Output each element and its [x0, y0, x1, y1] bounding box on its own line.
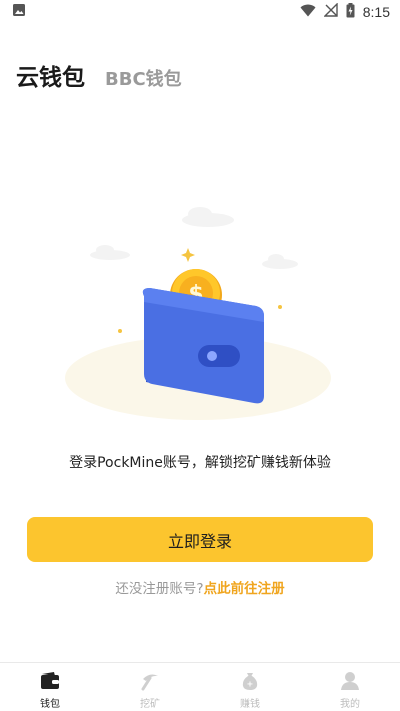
nav-label: 钱包 [40, 699, 60, 710]
pickaxe-icon [139, 670, 161, 692]
profile-icon [339, 670, 361, 692]
image-notification-icon [12, 3, 26, 21]
money-bag-icon: + [239, 670, 261, 692]
no-signal-icon [323, 2, 338, 21]
wallet-tabs: 云钱包 BBC钱包 [16, 58, 182, 92]
tab-cloud-wallet[interactable]: 云钱包 [16, 58, 85, 92]
nav-item-profile[interactable]: 我的 [300, 663, 400, 711]
register-row: 还没注册账号?点此前往注册 [0, 577, 400, 597]
nav-label: 我的 [340, 699, 360, 710]
status-time: 8:15 [362, 4, 390, 20]
login-prompt: 登录PockMine账号，解锁挖矿赚钱新体验 [69, 455, 331, 471]
wifi-icon [300, 4, 316, 21]
nav-label: 赚钱 [240, 699, 260, 710]
battery-charging-icon [346, 2, 355, 22]
status-bar: 8:15 [0, 0, 400, 24]
wallet-clasp [198, 345, 240, 367]
nav-item-earn[interactable]: + 赚钱 [200, 663, 300, 711]
tab-bbc-wallet[interactable]: BBC钱包 [105, 65, 182, 91]
nav-label: 挖矿 [140, 699, 160, 710]
login-button[interactable]: 立即登录 [27, 517, 373, 562]
wallet-icon [39, 670, 61, 692]
svg-text:+: + [247, 680, 254, 689]
register-hint: 还没注册账号? [115, 581, 204, 597]
bottom-nav: 钱包 挖矿 + 赚钱 我的 [0, 662, 400, 711]
status-icons: 8:15 [300, 2, 390, 22]
nav-item-wallet[interactable]: 钱包 [0, 663, 100, 711]
cloud-decoration [90, 207, 298, 269]
nav-item-mining[interactable]: 挖矿 [100, 663, 200, 711]
wallet-illustration: $ [60, 200, 340, 430]
register-link[interactable]: 点此前往注册 [204, 581, 285, 597]
